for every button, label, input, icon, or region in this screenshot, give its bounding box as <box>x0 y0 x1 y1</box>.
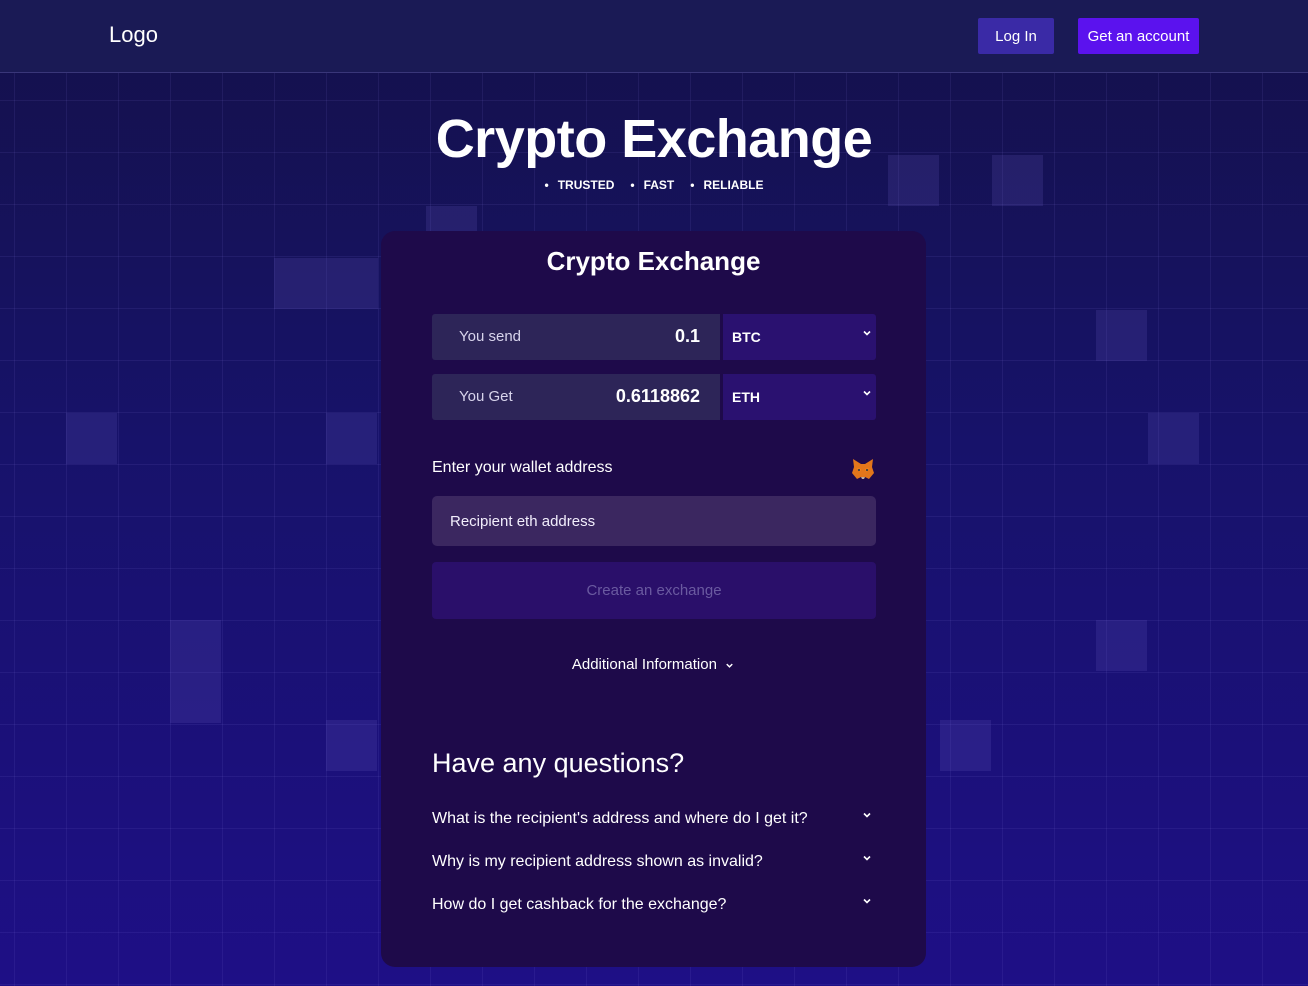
additional-info-label: Additional Information <box>571 656 717 673</box>
send-amount-value[interactable]: 0.1 <box>675 326 700 347</box>
hero-taglines: TRUSTED FAST RELIABLE <box>0 178 1308 192</box>
faq-question: How do I get cashback for the exchange? <box>432 896 727 913</box>
exchange-card: Crypto Exchange You send 0.1 BTC You Get… <box>381 231 926 967</box>
faq-question: What is the recipient's address and wher… <box>432 810 808 827</box>
get-label: You Get <box>459 388 513 405</box>
tagline-reliable: RELIABLE <box>690 178 763 192</box>
get-account-button[interactable]: Get an account <box>1078 18 1199 54</box>
faq-item[interactable]: How do I get cashback for the exchange? <box>432 893 876 923</box>
send-label: You send <box>459 328 522 345</box>
background-square <box>1096 310 1147 361</box>
wallet-address-label: Enter your wallet address <box>432 459 613 476</box>
hero-title: Crypto Exchange <box>435 109 873 169</box>
get-amount-value: 0.6118862 <box>615 386 700 406</box>
top-navbar: Logo Log In Get an account <box>0 0 1308 73</box>
send-amount-field[interactable]: You send 0.1 <box>432 314 720 360</box>
send-row: You send 0.1 BTC <box>432 314 876 360</box>
logo[interactable]: Logo <box>109 22 158 48</box>
metamask-fox-icon[interactable] <box>851 458 875 480</box>
background-square <box>66 413 117 464</box>
login-button[interactable]: Log In <box>978 18 1054 54</box>
card-title: Crypto Exchange <box>546 246 761 276</box>
background-square <box>1096 620 1147 671</box>
chevron-down-icon <box>863 855 871 861</box>
chevron-down-icon <box>726 663 733 668</box>
background-square <box>326 413 377 464</box>
get-amount-field[interactable]: You Get 0.6118862 <box>432 374 720 420</box>
tagline-trusted: TRUSTED <box>545 178 615 192</box>
faq-question: Why is my recipient address shown as inv… <box>432 853 763 870</box>
get-currency-select[interactable]: ETH <box>723 374 876 420</box>
background-square <box>940 720 991 771</box>
get-currency-value: ETH <box>732 389 760 405</box>
recipient-address-input[interactable] <box>432 496 876 546</box>
faq-item[interactable]: What is the recipient's address and wher… <box>432 807 876 837</box>
background-square <box>1148 413 1199 464</box>
tagline-fast: FAST <box>630 178 675 192</box>
additional-info-toggle[interactable]: Additional Information <box>381 656 926 673</box>
faq-item[interactable]: Why is my recipient address shown as inv… <box>432 850 876 880</box>
get-row: You Get 0.6118862 ETH <box>432 374 876 420</box>
background-square <box>170 620 221 723</box>
chevron-down-icon <box>863 898 871 904</box>
background-square <box>326 720 377 771</box>
send-currency-value: BTC <box>732 329 761 345</box>
create-exchange-button[interactable]: Create an exchange <box>432 562 876 619</box>
chevron-down-icon <box>863 330 871 336</box>
faq-title: Have any questions? <box>432 748 685 778</box>
chevron-down-icon <box>863 390 871 396</box>
chevron-down-icon <box>863 812 871 818</box>
background-square <box>274 258 378 309</box>
send-currency-select[interactable]: BTC <box>723 314 876 360</box>
